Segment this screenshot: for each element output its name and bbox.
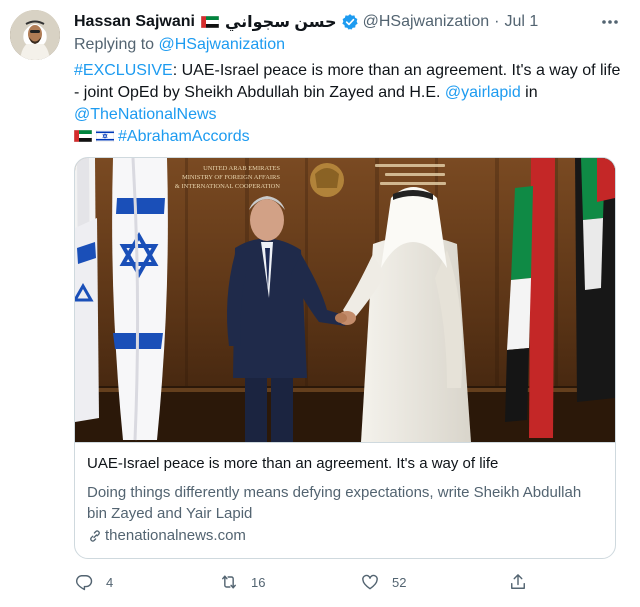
author-name-arabic[interactable]: حسن سجواني — [225, 12, 337, 32]
tweet-actions: 4 16 52 — [74, 570, 554, 594]
hashtag-exclusive[interactable]: #EXCLUSIVE — [74, 62, 173, 79]
ministry-text-line2: MINISTRY OF FOREIGN AFFAIRS — [182, 174, 280, 181]
israel-flag-icon — [96, 130, 114, 142]
tweet-date[interactable]: Jul 1 — [504, 13, 538, 31]
author-handle[interactable]: @HSajwanization — [363, 13, 490, 31]
card-image[interactable]: UNITED ARAB EMIRATES MINISTRY OF FOREIGN… — [75, 158, 615, 443]
separator-dot: · — [494, 13, 500, 30]
tweet-body-2: in — [520, 84, 538, 101]
like-icon — [362, 574, 378, 590]
ministry-emblem — [310, 163, 344, 197]
more-icon[interactable] — [600, 12, 620, 32]
card-description: Doing things differently means defying e… — [87, 484, 582, 522]
link-icon — [90, 529, 100, 542]
retweet-button[interactable]: 16 — [219, 570, 265, 594]
avatar-image — [10, 10, 60, 60]
avatar[interactable] — [10, 10, 60, 60]
hashtag-abrahamaccords[interactable]: #AbrahamAccords — [118, 128, 250, 145]
reply-count: 4 — [106, 574, 114, 590]
mention-thenationalnews[interactable]: @TheNationalNews — [74, 106, 217, 123]
card-domain[interactable]: thenationalnews.com — [105, 527, 246, 544]
like-count: 52 — [392, 574, 407, 590]
reply-button[interactable]: 4 — [74, 570, 113, 594]
mention-yairlapid[interactable]: @yairlapid — [445, 84, 521, 101]
israel-flag-main — [112, 158, 168, 441]
replying-prefix: Replying to — [74, 36, 155, 53]
link-preview-card[interactable]: UNITED ARAB EMIRATES MINISTRY OF FOREIGN… — [74, 157, 616, 559]
card-photo: UNITED ARAB EMIRATES MINISTRY OF FOREIGN… — [75, 158, 615, 442]
replying-handle-link[interactable]: @HSajwanization — [159, 36, 286, 53]
ministry-text-line1: UNITED ARAB EMIRATES — [203, 165, 280, 172]
israel-flag-small — [75, 218, 99, 422]
retweet-icon — [222, 575, 236, 589]
reply-icon — [76, 575, 93, 591]
like-button[interactable]: 52 — [360, 570, 406, 594]
replying-to: Replying to @HSajwanization — [74, 36, 285, 54]
uae-flag-icon — [74, 130, 92, 142]
tweet-header: Hassan Sajwani حسن سجواني @HSajwanizatio… — [74, 10, 624, 34]
retweet-count: 16 — [251, 574, 266, 590]
author-name[interactable]: Hassan Sajwani — [74, 13, 195, 31]
ministry-text-line3: & INTERNATIONAL COOPERATION — [175, 183, 281, 190]
uae-flag-icon — [200, 16, 219, 28]
tweet-text: #EXCLUSIVE: UAE-Israel peace is more tha… — [74, 60, 626, 148]
card-title[interactable]: UAE-Israel peace is more than an agreeme… — [87, 455, 498, 472]
uae-flag-right — [575, 158, 615, 402]
share-button[interactable] — [508, 570, 528, 594]
verified-icon — [341, 14, 358, 30]
share-icon — [511, 574, 525, 589]
card-domain-row: thenationalnews.com — [87, 527, 246, 544]
